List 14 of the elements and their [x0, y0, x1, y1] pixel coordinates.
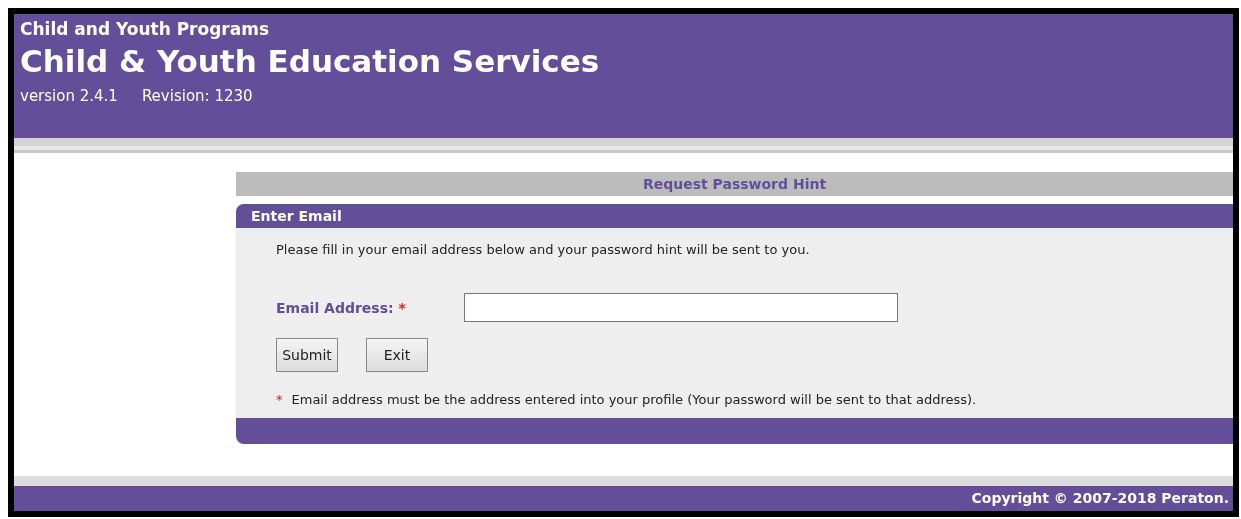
copyright-bar: Copyright © 2007-2018 Peraton. [14, 486, 1233, 511]
panel-header: Enter Email [236, 204, 1233, 228]
submit-button[interactable]: Submit [276, 338, 338, 372]
instructions-text: Please fill in your email address below and your password hint will be sent to you. [276, 242, 811, 257]
field-label: Email Address: * [276, 299, 407, 316]
app-title: Child & Youth Education Services [20, 43, 600, 79]
note-text: Email address must be the address entered into your profile (Your password will be sent to that address). [291, 392, 977, 407]
version-text: version 2.4.1 [20, 87, 118, 105]
page-heading-bar: Request Password Hint [236, 172, 1233, 196]
email-field[interactable] [464, 293, 898, 322]
app-subtitle: Child and Youth Programs [20, 19, 270, 39]
exit-button[interactable]: Exit [366, 338, 428, 372]
required-mark: * [276, 392, 283, 407]
revision-text: Revision: 1230 [141, 87, 253, 105]
